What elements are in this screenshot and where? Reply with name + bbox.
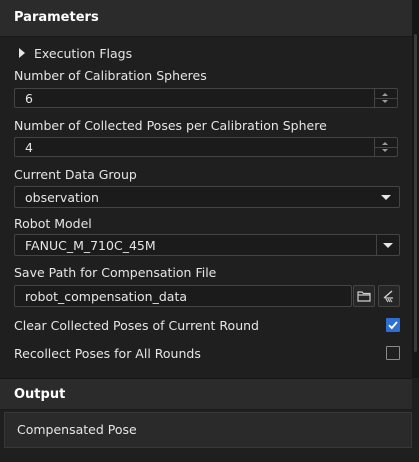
clear-icon [383, 290, 393, 303]
clear-poses-label: Clear Collected Poses of Current Round [14, 318, 259, 333]
recollect-poses-label: Recollect Poses for All Rounds [14, 346, 201, 361]
robot-model-label: Robot Model [14, 216, 92, 231]
clear-poses-checkbox[interactable] [386, 318, 400, 332]
folder-icon [357, 291, 371, 302]
step-up-icon[interactable] [382, 93, 388, 96]
step-up-icon[interactable] [382, 142, 388, 145]
save-path-input[interactable]: robot_compensation_data [14, 285, 352, 307]
parameters-title: Parameters [14, 10, 99, 25]
scrollbar-thumb[interactable] [414, 34, 417, 352]
recollect-poses-row[interactable]: Recollect Poses for All Rounds [14, 346, 400, 362]
robot-model-select[interactable]: FANUC_M_710C_45M [14, 234, 400, 256]
browse-folder-button[interactable] [353, 285, 375, 307]
output-title: Output [14, 387, 66, 402]
data-group-value: observation [25, 190, 99, 205]
checkmark-icon [388, 321, 398, 330]
step-down-icon[interactable] [382, 149, 388, 152]
save-path-label: Save Path for Compensation File [14, 265, 217, 280]
recollect-poses-checkbox[interactable] [386, 346, 400, 360]
clear-poses-row[interactable]: Clear Collected Poses of Current Round [14, 318, 400, 334]
num-poses-stepper[interactable] [374, 138, 397, 156]
output-item-compensated-pose[interactable]: Compensated Pose [4, 412, 412, 448]
num-spheres-spinbox[interactable]: 6 [14, 88, 398, 108]
output-item-label: Compensated Pose [17, 422, 137, 437]
chevron-down-icon [381, 195, 391, 200]
num-poses-value: 4 [25, 140, 33, 155]
execution-flags-toggle[interactable]: Execution Flags [14, 44, 132, 62]
expand-triangle-icon [19, 48, 25, 58]
num-poses-label: Number of Collected Poses per Calibratio… [14, 118, 327, 133]
step-down-icon[interactable] [382, 100, 388, 103]
execution-flags-label: Execution Flags [34, 45, 133, 61]
data-group-select[interactable]: observation [14, 186, 400, 208]
num-poses-spinbox[interactable]: 4 [14, 137, 398, 157]
num-spheres-stepper[interactable] [374, 89, 397, 107]
output-header[interactable]: Output [0, 378, 412, 410]
num-spheres-value: 6 [25, 91, 33, 106]
robot-model-value: FANUC_M_710C_45M [25, 238, 156, 253]
save-path-value: robot_compensation_data [25, 289, 188, 304]
data-group-label: Current Data Group [14, 167, 137, 182]
parameters-header[interactable]: Parameters [0, 0, 412, 37]
chevron-down-icon [383, 243, 393, 248]
clear-path-button[interactable] [378, 285, 400, 307]
num-spheres-label: Number of Calibration Spheres [14, 68, 207, 83]
